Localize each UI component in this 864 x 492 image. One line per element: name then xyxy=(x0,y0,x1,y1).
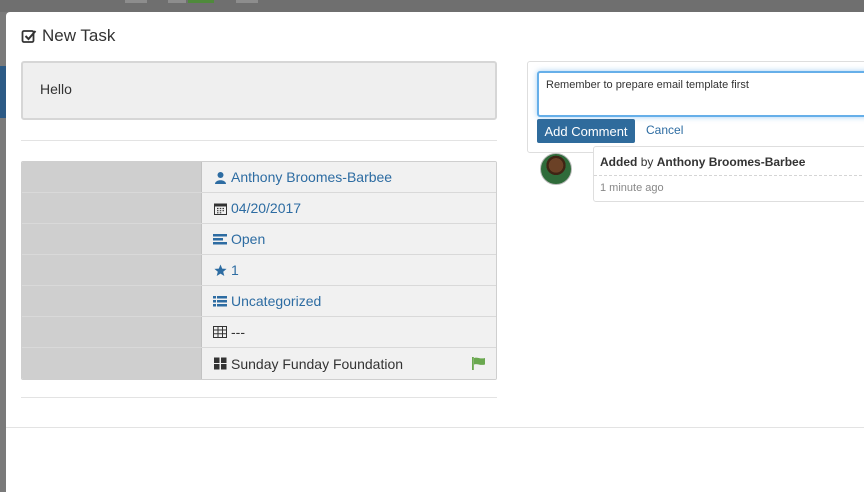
backdrop-tab xyxy=(188,0,214,3)
property-value-category[interactable]: Uncategorized xyxy=(202,286,496,316)
cancel-link[interactable]: Cancel xyxy=(646,123,683,137)
star-icon xyxy=(213,263,227,277)
activity-by: by xyxy=(640,155,654,169)
activity-text: Added by Anthony Broomes-Barbee xyxy=(600,155,805,169)
property-label xyxy=(22,162,202,192)
category-link[interactable]: Uncategorized xyxy=(231,293,321,309)
due-date-link[interactable]: 04/20/2017 xyxy=(231,200,301,216)
property-row-organization: Sunday Funday Foundation xyxy=(22,348,496,379)
divider xyxy=(21,397,497,398)
modal-title: New Task xyxy=(21,26,115,46)
property-row-priority: 1 xyxy=(22,255,496,286)
list-icon xyxy=(213,294,227,308)
checkbox-icon xyxy=(21,30,37,43)
property-label xyxy=(22,317,202,347)
organization-value: Sunday Funday Foundation xyxy=(231,355,404,372)
activity-divider xyxy=(594,175,864,176)
status-icon xyxy=(213,232,227,246)
property-value-priority[interactable]: 1 xyxy=(202,255,496,285)
task-description[interactable]: Hello xyxy=(21,61,497,120)
comment-panel: Remember to prepare email template first… xyxy=(527,61,864,153)
table-icon xyxy=(213,325,227,339)
backdrop-tab xyxy=(125,0,147,3)
add-comment-button[interactable]: Add Comment xyxy=(537,119,635,143)
property-value-status[interactable]: Open xyxy=(202,224,496,254)
backdrop-tab xyxy=(236,0,258,3)
property-row-assignee: Anthony Broomes-Barbee xyxy=(22,162,496,193)
property-row-status: Open xyxy=(22,224,496,255)
property-value-table: --- xyxy=(202,317,496,347)
property-label xyxy=(22,286,202,316)
property-label xyxy=(22,224,202,254)
property-label xyxy=(22,193,202,223)
grid-icon xyxy=(213,357,227,371)
avatar xyxy=(540,153,572,185)
property-value-organization: Sunday Funday Foundation xyxy=(202,348,496,379)
modal-title-text: New Task xyxy=(42,26,116,45)
modal-footer-divider xyxy=(6,427,864,428)
page-backdrop xyxy=(0,0,864,12)
table-value: --- xyxy=(231,324,245,340)
property-label xyxy=(22,255,202,285)
flag-icon[interactable] xyxy=(472,357,486,373)
activity-action: Added xyxy=(600,155,638,169)
activity-user: Anthony Broomes-Barbee xyxy=(656,155,806,169)
property-row-category: Uncategorized xyxy=(22,286,496,317)
property-value-date[interactable]: 04/20/2017 xyxy=(202,193,496,223)
property-label xyxy=(22,348,202,379)
assignee-link[interactable]: Anthony Broomes-Barbee xyxy=(231,169,392,185)
task-modal: New Task Hello Anthony Broomes-Barbee 04… xyxy=(6,12,864,492)
user-icon xyxy=(213,170,227,184)
property-row-date: 04/20/2017 xyxy=(22,193,496,224)
task-properties-table: Anthony Broomes-Barbee 04/20/2017 Open 1… xyxy=(21,161,497,380)
status-link[interactable]: Open xyxy=(231,231,265,247)
activity-time: 1 minute ago xyxy=(600,182,664,194)
property-value-assignee[interactable]: Anthony Broomes-Barbee xyxy=(202,162,496,192)
backdrop-tab xyxy=(168,0,186,3)
property-row-table: --- xyxy=(22,317,496,348)
calendar-icon xyxy=(213,201,227,215)
priority-link[interactable]: 1 xyxy=(231,262,239,278)
divider xyxy=(21,140,497,141)
comment-input[interactable]: Remember to prepare email template first xyxy=(537,71,864,117)
activity-item: Added by Anthony Broomes-Barbee 1 minute… xyxy=(593,146,864,202)
